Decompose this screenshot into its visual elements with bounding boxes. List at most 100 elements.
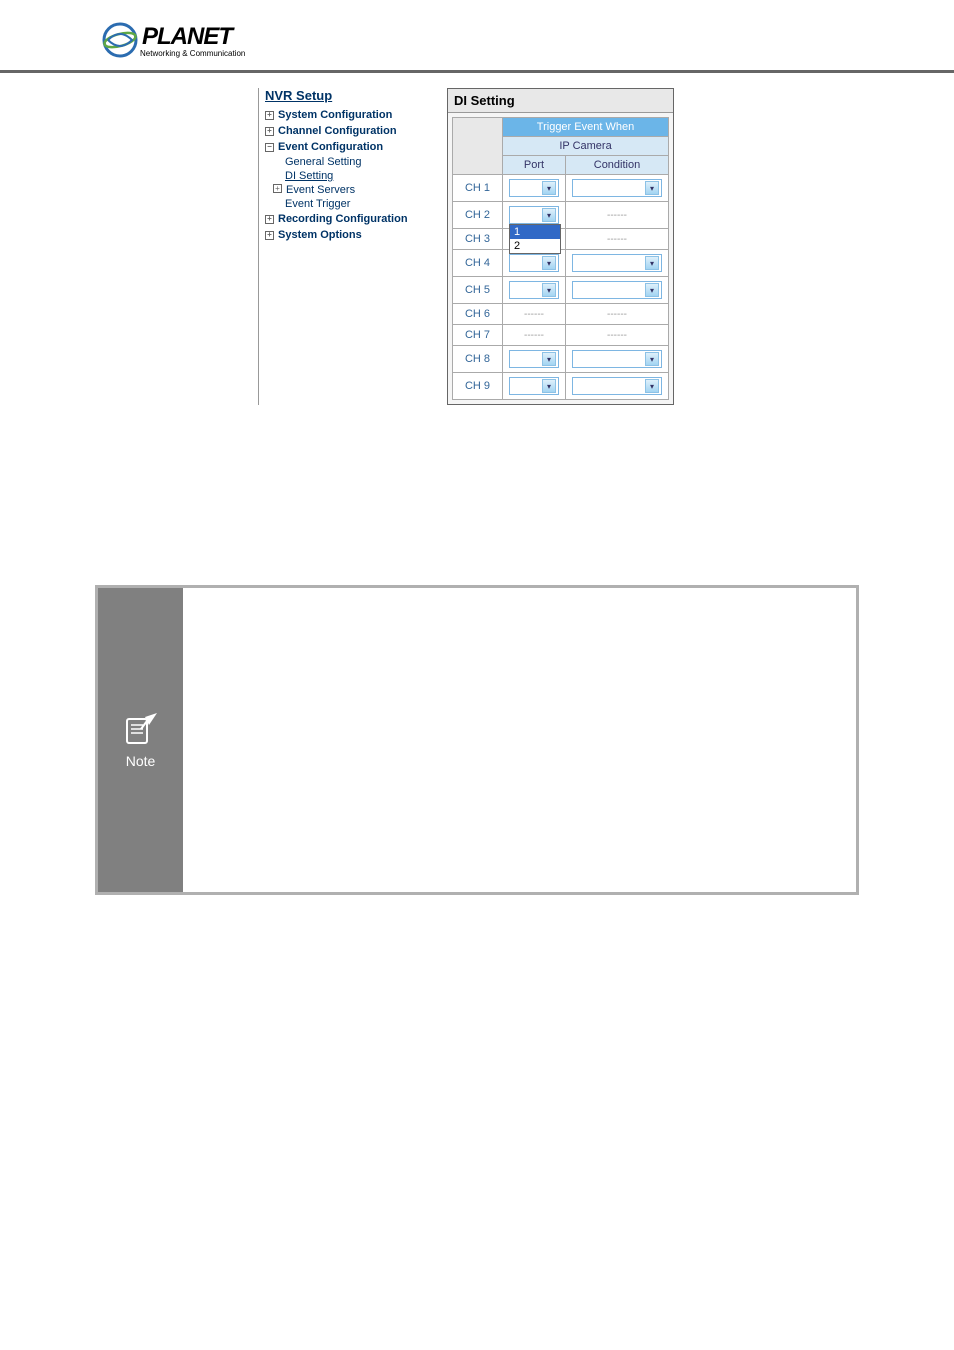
condition-cell: ▾: [566, 250, 669, 277]
nav-title[interactable]: NVR Setup: [265, 88, 439, 103]
condition-cell: ------: [566, 304, 669, 325]
note-label: Note: [126, 753, 156, 769]
chevron-down-icon: ▾: [645, 181, 659, 195]
chevron-down-icon: ▾: [542, 181, 556, 195]
nav-di-setting[interactable]: DI Setting: [265, 169, 439, 183]
condition-select[interactable]: ▾: [572, 281, 662, 299]
channel-label: CH 2: [453, 202, 503, 229]
port-cell: ▾: [503, 175, 566, 202]
nav-system-options[interactable]: + System Options: [265, 227, 439, 243]
table-row: CH 5 ▾ ▾: [453, 277, 669, 304]
port-select[interactable]: ▾: [509, 254, 559, 272]
port-select[interactable]: ▾: [509, 377, 559, 395]
table-row: CH 1 ▾ ▾: [453, 175, 669, 202]
expand-icon[interactable]: +: [265, 111, 274, 120]
condition-cell: ------: [566, 325, 669, 346]
nav-label: Recording Configuration: [278, 213, 408, 225]
condition-select[interactable]: ▾: [572, 254, 662, 272]
nav-label: Event Configuration: [278, 141, 383, 153]
nav-event-trigger[interactable]: Event Trigger: [265, 197, 439, 211]
port-cell: ------: [503, 304, 566, 325]
table-row: CH 7 ------ ------: [453, 325, 669, 346]
channel-label: CH 4: [453, 250, 503, 277]
col-ipcamera: IP Camera: [503, 137, 669, 156]
condition-select[interactable]: ▾: [572, 179, 662, 197]
nav-recording-config[interactable]: + Recording Configuration: [265, 211, 439, 227]
col-condition: Condition: [566, 156, 669, 175]
port-select[interactable]: ▾: [509, 350, 559, 368]
dash-text: ------: [524, 309, 544, 320]
nav-event-servers[interactable]: + Event Servers: [265, 183, 439, 197]
table-row: CH 2 ▾12 ------: [453, 202, 669, 229]
col-trigger: Trigger Event When: [503, 118, 669, 137]
chevron-down-icon: ▾: [542, 379, 556, 393]
chevron-down-icon: ▾: [645, 352, 659, 366]
table-row: CH 8 ▾ ▾: [453, 346, 669, 373]
dropdown-list[interactable]: 12: [509, 224, 561, 254]
channel-label: CH 3: [453, 229, 503, 250]
port-cell: ▾12: [503, 202, 566, 229]
dropdown-option[interactable]: 1: [510, 225, 560, 239]
channel-label: CH 5: [453, 277, 503, 304]
sidebar-nav: NVR Setup + System Configuration + Channel…: [265, 88, 447, 405]
port-select-open[interactable]: ▾12: [509, 206, 559, 224]
port-cell: ------: [503, 325, 566, 346]
chevron-down-icon: ▾: [645, 379, 659, 393]
nav-event-config[interactable]: −Event Configuration: [265, 139, 439, 155]
table-row: CH 9 ▾ ▾: [453, 373, 669, 400]
chevron-down-icon: ▾: [542, 283, 556, 297]
chevron-down-icon: ▾: [542, 208, 556, 222]
nav-system-config[interactable]: + System Configuration: [265, 107, 439, 123]
nav-channel-config[interactable]: + Channel Configuration: [265, 123, 439, 139]
dash-text: ------: [524, 330, 544, 341]
chevron-down-icon: ▾: [542, 256, 556, 270]
table-row: CH 6 ------ ------: [453, 304, 669, 325]
condition-cell: ------: [566, 229, 669, 250]
page-header: PLANET Networking & Communication: [0, 0, 954, 73]
brand-logo: PLANET Networking & Communication: [100, 20, 954, 60]
nav-general-setting[interactable]: General Setting: [265, 155, 439, 169]
dash-text: ------: [607, 309, 627, 320]
channel-label: CH 8: [453, 346, 503, 373]
channel-label: CH 7: [453, 325, 503, 346]
dash-text: ------: [607, 210, 627, 221]
expand-icon[interactable]: +: [265, 215, 274, 224]
nav-label: System Options: [278, 229, 362, 241]
expand-icon[interactable]: +: [265, 127, 274, 136]
nav-label: System Configuration: [278, 109, 392, 121]
dropdown-option[interactable]: 2: [510, 239, 560, 253]
di-setting-panel: DI Setting Trigger Event When IP Camera …: [447, 88, 674, 405]
chevron-down-icon: ▾: [645, 256, 659, 270]
condition-select[interactable]: ▾: [572, 350, 662, 368]
port-select[interactable]: ▾: [509, 179, 559, 197]
expand-icon[interactable]: +: [265, 231, 274, 240]
dash-text: ------: [607, 234, 627, 245]
brand-name: PLANET: [142, 23, 245, 51]
condition-cell: ------: [566, 202, 669, 229]
expand-icon[interactable]: +: [273, 184, 282, 193]
port-cell: ▾: [503, 373, 566, 400]
note-icon: [121, 711, 161, 747]
note-box: Note: [95, 585, 859, 895]
panel-title: DI Setting: [448, 89, 673, 113]
brand-tagline: Networking & Communication: [140, 49, 245, 58]
col-port: Port: [503, 156, 566, 175]
port-cell: ▾: [503, 277, 566, 304]
channel-label: CH 9: [453, 373, 503, 400]
nav-label: Channel Configuration: [278, 125, 397, 137]
channel-label: CH 1: [453, 175, 503, 202]
dash-text: ------: [607, 330, 627, 341]
nav-label: Event Servers: [286, 184, 355, 196]
port-select[interactable]: ▾: [509, 281, 559, 299]
condition-select[interactable]: ▾: [572, 377, 662, 395]
condition-cell: ▾: [566, 175, 669, 202]
collapse-icon[interactable]: −: [265, 143, 274, 152]
condition-cell: ▾: [566, 346, 669, 373]
chevron-down-icon: ▾: [542, 352, 556, 366]
di-table: Trigger Event When IP Camera Port Condit…: [452, 117, 669, 400]
port-cell: ▾: [503, 346, 566, 373]
note-sidebar: Note: [98, 588, 183, 892]
channel-label: CH 6: [453, 304, 503, 325]
note-content: [183, 588, 856, 892]
condition-cell: ▾: [566, 373, 669, 400]
